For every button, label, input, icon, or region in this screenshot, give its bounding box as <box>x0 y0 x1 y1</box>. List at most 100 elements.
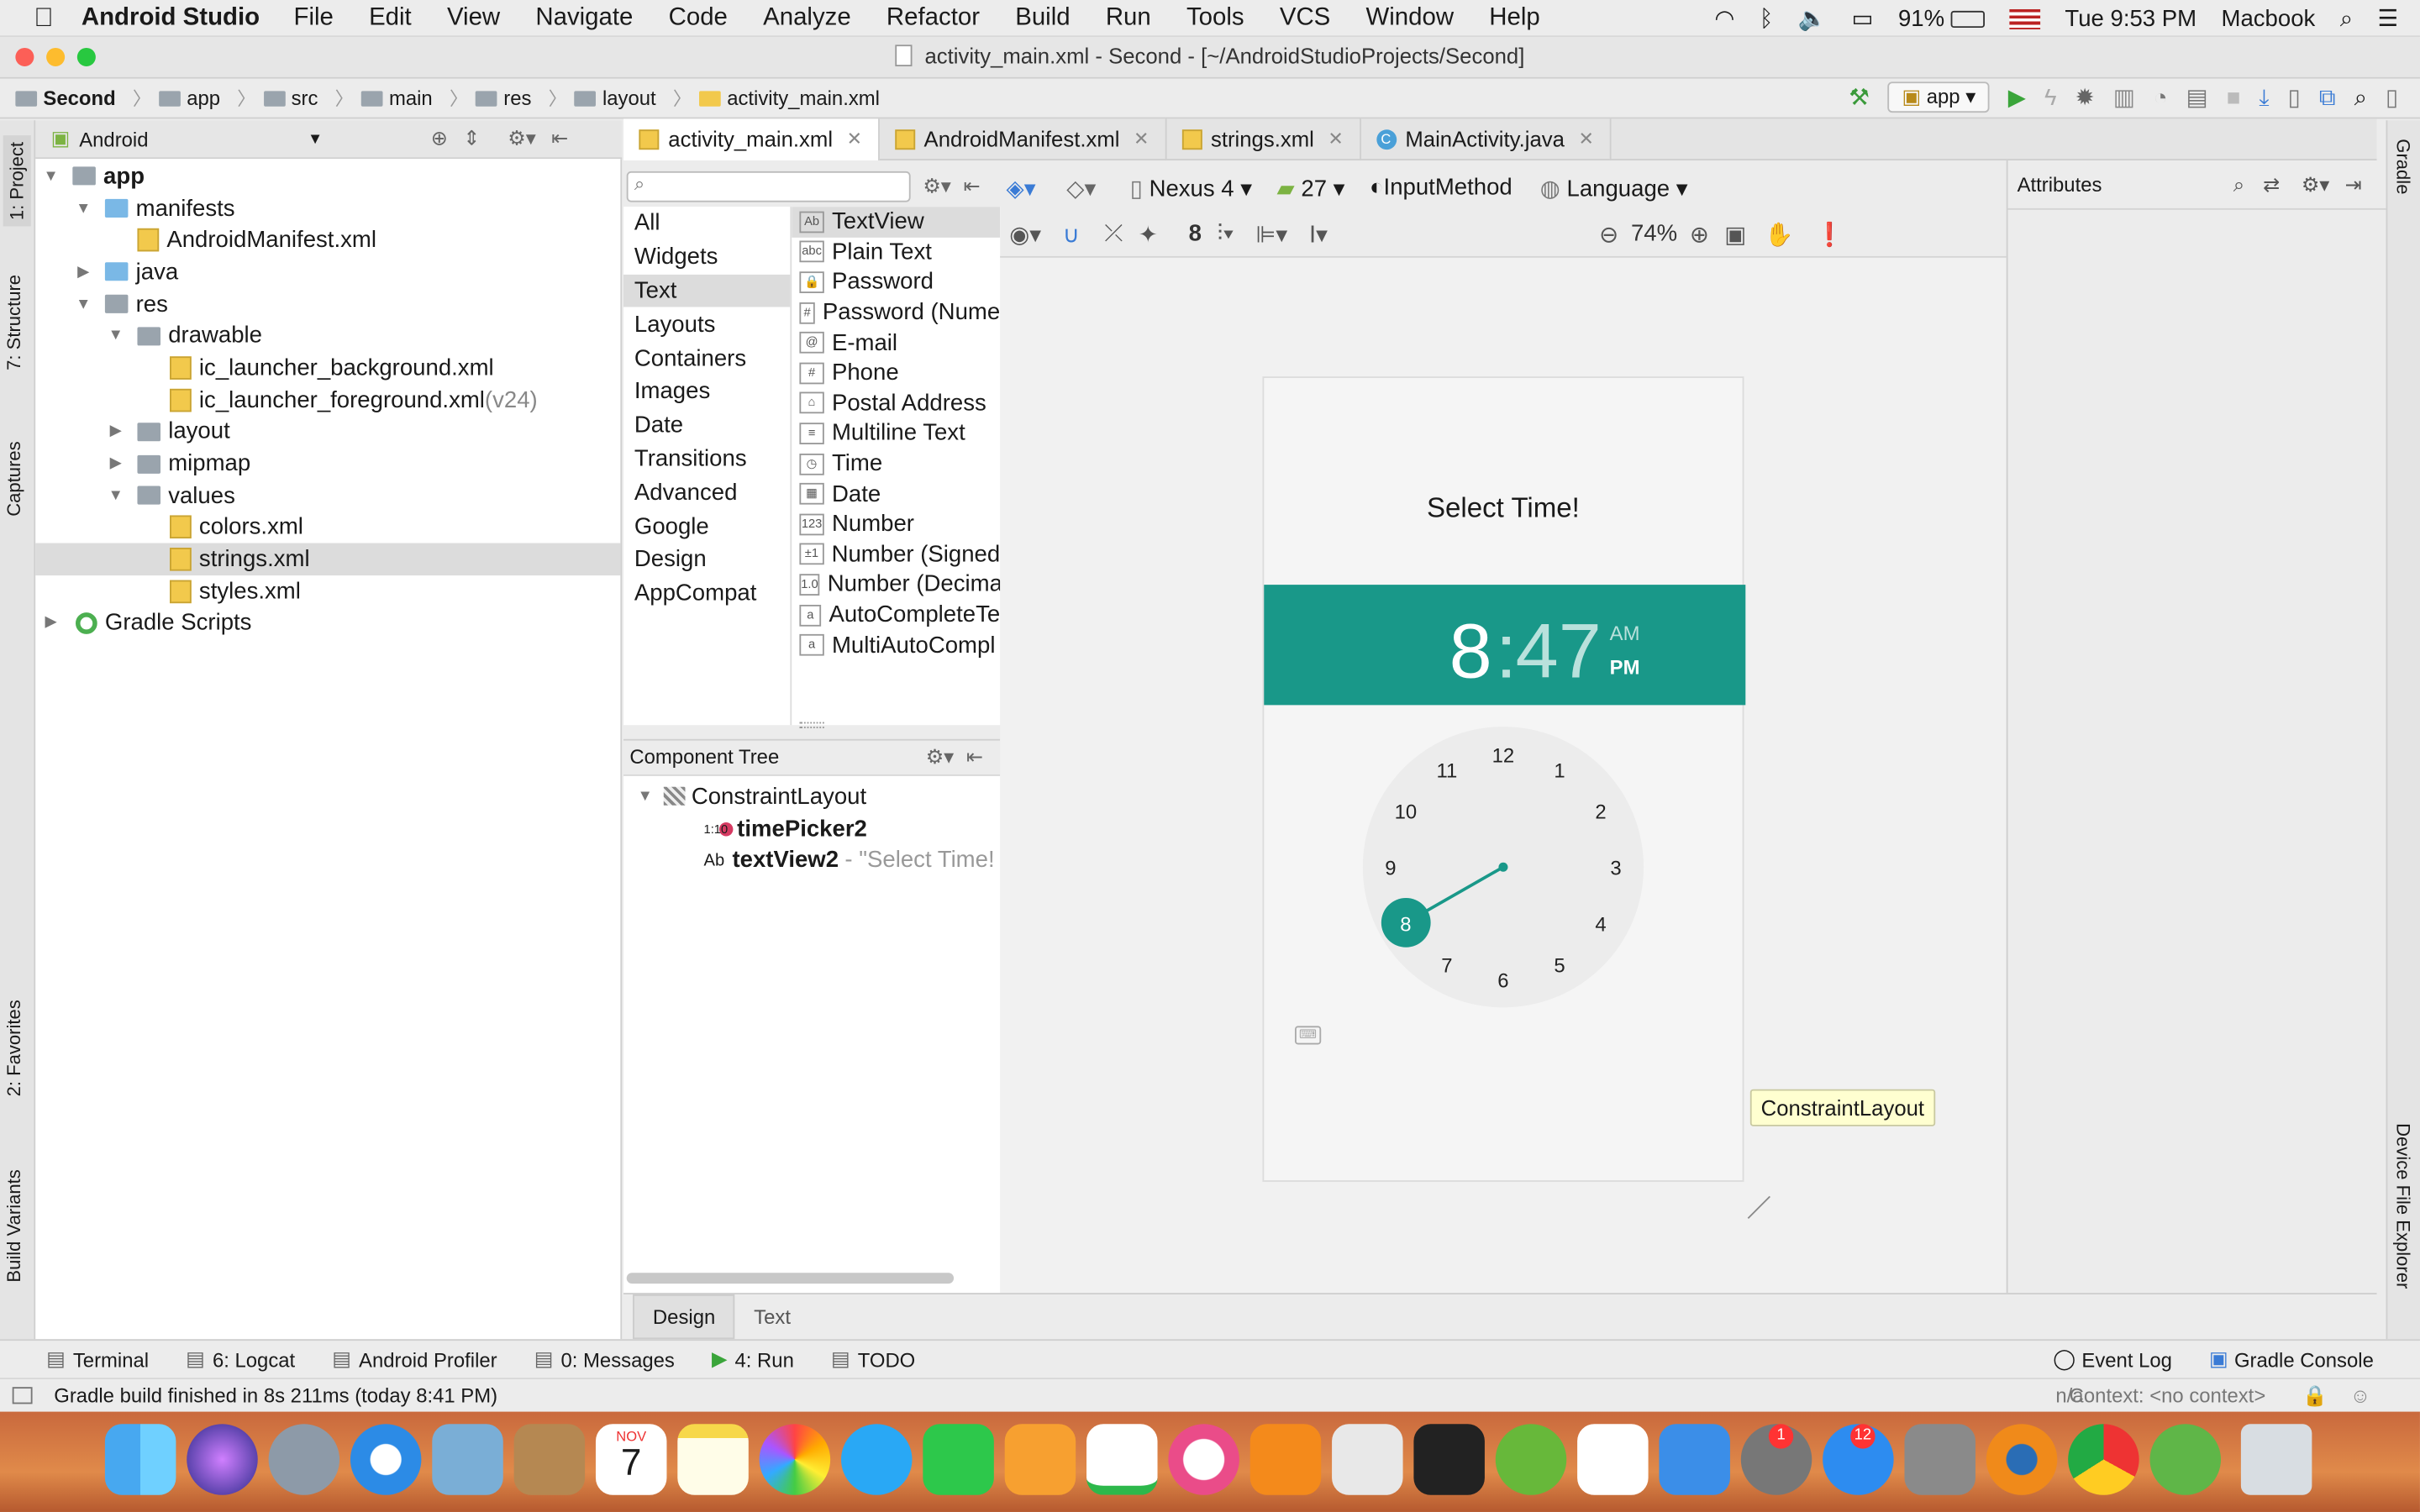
palette-item[interactable]: abc Plain Text <box>792 237 1000 267</box>
clock-number[interactable]: 1 <box>1554 759 1565 782</box>
reminders-icon[interactable] <box>1577 1424 1649 1495</box>
expand-arrow-icon[interactable]: ▼ <box>636 788 655 805</box>
palette-category-transitions[interactable]: Transitions <box>623 442 790 475</box>
search-everywhere-icon[interactable]: ⌕ <box>2354 84 2367 110</box>
editor-tab[interactable]: activity_main.xml ✕ <box>623 118 880 160</box>
palette-category-widgets[interactable]: Widgets <box>623 240 790 274</box>
messages-icon[interactable] <box>841 1424 913 1495</box>
expand-arrow-icon[interactable]: ▶ <box>74 264 92 281</box>
contacts-icon[interactable] <box>513 1424 586 1495</box>
clock-number[interactable]: 9 <box>1385 857 1396 879</box>
menu-analyze[interactable]: Analyze <box>763 4 851 32</box>
run-config-select[interactable]: ▣ app ▾ <box>1887 81 1990 113</box>
status-message[interactable]: Gradle build finished in 8s 211ms (today… <box>54 1384 497 1408</box>
gradle-console-tab[interactable]: Gradle Console <box>2234 1347 2374 1371</box>
favorites-tool-tab[interactable]: 2: Favorites <box>3 1000 25 1096</box>
scroll-from-source-icon[interactable]: ⊕ <box>431 127 448 151</box>
clock-number[interactable]: 8 <box>1400 913 1411 936</box>
select-time-text[interactable]: Select Time! <box>1264 492 1742 525</box>
clock-number[interactable]: 12 <box>1492 744 1515 767</box>
menu-refactor[interactable]: Refactor <box>886 4 980 32</box>
project-tree-item[interactable]: styles.xml <box>35 575 620 607</box>
project-tree-item[interactable]: AndroidManifest.xml <box>35 224 620 256</box>
palette-scrollbar[interactable] <box>626 1273 955 1284</box>
palette-item[interactable]: ▦ Date <box>792 479 1000 509</box>
orientation-icon[interactable]: ◇▾ <box>1066 174 1096 201</box>
menu-app-name[interactable]: Android Studio <box>82 4 260 32</box>
safari-icon[interactable] <box>350 1424 422 1495</box>
blender-icon[interactable] <box>1986 1424 2058 1495</box>
default-margin[interactable]: 8 <box>1189 221 1202 247</box>
device-file-explorer-tab[interactable]: Device File Explorer <box>2392 1123 2414 1289</box>
view-dropdown-icon[interactable]: ▼ <box>308 130 323 147</box>
bluetooth-icon[interactable]: ᛒ <box>1760 5 1774 31</box>
palette-item[interactable]: a AutoCompleteTe <box>792 600 1000 630</box>
battery-percent[interactable]: 91% <box>1898 5 1944 31</box>
palette-hide-icon[interactable]: ⇤ <box>963 175 980 199</box>
clock-number[interactable]: 6 <box>1497 969 1508 992</box>
zoom-in-icon[interactable]: ⊕ <box>1690 220 1709 248</box>
make-project-icon[interactable]: ⚒ <box>1849 83 1870 111</box>
minute-display[interactable]: 47 <box>1516 606 1602 696</box>
zoom-fit-icon[interactable]: ▣ <box>1724 220 1746 248</box>
project-tree-item[interactable]: ▶ Gradle Scripts <box>35 607 620 639</box>
gradle-tool-tab[interactable]: Gradle <box>2392 139 2414 194</box>
warnings-icon[interactable]: ❗ <box>1815 220 1844 248</box>
calculator-icon[interactable] <box>1904 1424 1975 1495</box>
volume-icon[interactable]: 🔈 <box>1798 5 1827 32</box>
project-view-select[interactable]: Android <box>79 128 295 151</box>
sdk-manager-icon[interactable]: ⤓ <box>2259 84 2269 110</box>
zoom-out-icon[interactable]: ⊖ <box>1599 220 1618 248</box>
palette-category-containers[interactable]: Containers <box>623 341 790 375</box>
android-assistant-icon[interactable]: ▯ <box>2386 83 2398 111</box>
breadcrumb-item[interactable]: src <box>263 87 318 109</box>
project-tree-item[interactable]: ▼ res <box>35 288 620 320</box>
chrome-icon[interactable] <box>2068 1424 2139 1495</box>
text-tab[interactable]: Text <box>735 1296 809 1338</box>
component-item-textview[interactable]: Ab textView2 - "Select Time! <box>623 844 1000 876</box>
trash-icon[interactable] <box>2240 1424 2312 1495</box>
itunes-icon[interactable] <box>1168 1424 1239 1495</box>
wifi-icon[interactable]: ◠ <box>1714 5 1734 32</box>
menu-build[interactable]: Build <box>1015 4 1070 32</box>
ibooks-icon[interactable] <box>1249 1424 1322 1495</box>
expand-arrow-icon[interactable]: ▼ <box>107 328 125 344</box>
menu-view[interactable]: View <box>447 4 500 32</box>
xcode-icon[interactable] <box>1659 1424 1730 1495</box>
clock-number[interactable]: 4 <box>1595 913 1606 936</box>
guidelines-icon[interactable]: Ⅰ▾ <box>1309 220 1328 248</box>
profile-icon[interactable]: ◔ <box>2154 84 2168 110</box>
pm-toggle[interactable]: PM <box>1610 656 1640 680</box>
language-select[interactable]: ◍ Language ▾ <box>1540 174 1688 201</box>
infer-constraints-icon[interactable]: ✦ <box>1139 220 1158 248</box>
project-tree-item[interactable]: ▼ manifests <box>35 192 620 224</box>
component-item-timepicker[interactable]: 1:10 timePicker2 <box>623 812 1000 844</box>
menu-code[interactable]: Code <box>669 4 728 32</box>
airplay-icon[interactable]: ▭ <box>1852 5 1874 32</box>
clock-number[interactable]: 5 <box>1554 954 1565 977</box>
menu-edit[interactable]: Edit <box>369 4 412 32</box>
palette-item[interactable]: ≡ Multiline Text <box>792 418 1000 449</box>
android-studio-icon[interactable] <box>2149 1424 2222 1495</box>
palette-category-design[interactable]: Design <box>623 543 790 576</box>
editor-tab[interactable]: AndroidManifest.xml ✕ <box>879 118 1166 160</box>
palette-settings-icon[interactable]: ⚙▾ <box>923 175 950 199</box>
api-select[interactable]: ▰ 27 ▾ <box>1277 174 1345 201</box>
expand-arrow-icon[interactable]: ▼ <box>74 200 92 217</box>
launchpad-icon[interactable] <box>268 1424 340 1495</box>
close-tab-icon[interactable]: ✕ <box>1134 128 1149 150</box>
pan-icon[interactable]: ✋ <box>1765 220 1793 248</box>
debug-icon[interactable]: ✹ <box>2075 83 2095 111</box>
clock-number[interactable]: 7 <box>1441 954 1452 977</box>
tool-window-tab[interactable]: ▤ Android Profiler <box>332 1347 497 1371</box>
menu-run[interactable]: Run <box>1106 4 1151 32</box>
inspector-icon[interactable]: ☺ <box>2350 1384 2370 1408</box>
component-tree-settings-icon[interactable]: ⚙▾ <box>926 744 954 769</box>
expand-arrow-icon[interactable]: ▼ <box>107 487 125 504</box>
device-preview[interactable]: Select Time! 8 : 47 AM PM 12 1 2 3 4 5 6 7 8 9 10 1… <box>1262 376 1746 1182</box>
component-root[interactable]: ▼ ConstraintLayout <box>623 780 1000 812</box>
project-tree-item[interactable]: ▶ mipmap <box>35 448 620 480</box>
palette-item[interactable]: ◷ Time <box>792 449 1000 479</box>
attributes-hide-icon[interactable]: ⇥ <box>2345 172 2362 197</box>
close-tab-icon[interactable]: ✕ <box>847 128 862 150</box>
